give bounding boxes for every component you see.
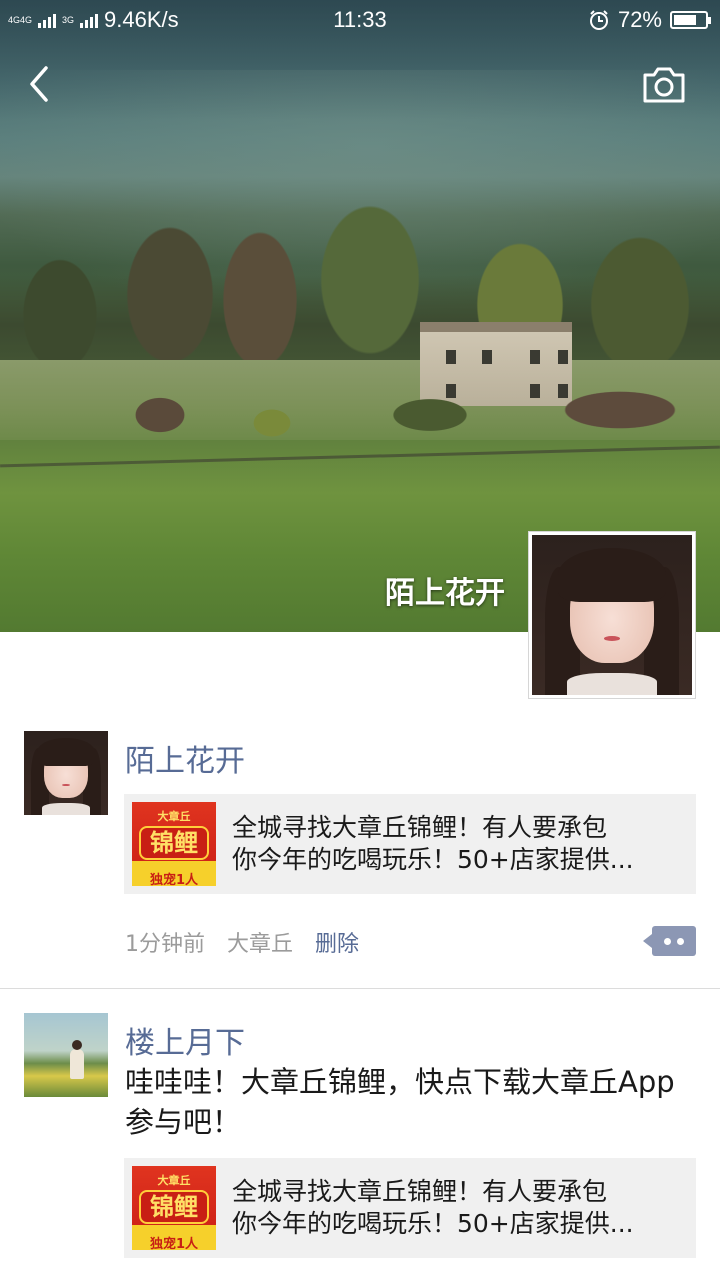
camera-button[interactable] bbox=[638, 64, 690, 106]
thumb-top-text: 大章丘 bbox=[157, 810, 191, 823]
link-card[interactable]: 大章丘 锦鲤 独宠1人 全城寻找大章丘锦鲤！有人要承包 你今年的吃喝玩乐！50+… bbox=[124, 794, 696, 894]
link-title-line: 你今年的吃喝玩乐！50+店家提供... bbox=[232, 845, 634, 874]
post-author[interactable]: 陌上花开 bbox=[125, 736, 245, 780]
thumb-main-text: 锦鲤 bbox=[139, 1190, 209, 1224]
alarm-icon bbox=[589, 10, 608, 30]
comment-button[interactable] bbox=[643, 926, 696, 956]
link-title-line: 你今年的吃喝玩乐！50+店家提供... bbox=[232, 1209, 634, 1238]
battery-percent: 72% bbox=[617, 7, 662, 32]
post-time: 1分钟前 bbox=[125, 932, 205, 957]
delete-link[interactable]: 删除 bbox=[315, 926, 359, 958]
post-meta: 1分钟前 大章丘 删除 bbox=[125, 926, 359, 958]
battery-icon bbox=[670, 11, 711, 29]
link-title: 全城寻找大章丘锦鲤！有人要承包 你今年的吃喝玩乐！50+店家提供... bbox=[232, 1176, 682, 1240]
more-dot bbox=[677, 938, 684, 945]
post-avatar[interactable] bbox=[24, 731, 108, 815]
more-dot bbox=[664, 938, 671, 945]
battery-fill bbox=[674, 15, 696, 25]
post-avatar-photo bbox=[24, 731, 108, 815]
post-text: 哇哇哇！大章丘锦鲤，快点下载大章丘App参与吧！ bbox=[125, 1065, 675, 1139]
link-title: 全城寻找大章丘锦鲤！有人要承包 你今年的吃喝玩乐！50+店家提供... bbox=[232, 812, 682, 876]
thumb-bottom-text: 独宠1人 bbox=[149, 873, 199, 886]
post-avatar[interactable] bbox=[24, 1013, 108, 1097]
post-author[interactable]: 楼上月下 bbox=[125, 1018, 245, 1062]
post-avatar-photo bbox=[24, 1013, 108, 1097]
chevron-left-icon bbox=[30, 66, 48, 102]
thumb-bottom-text: 独宠1人 bbox=[149, 1237, 199, 1250]
back-button[interactable] bbox=[22, 62, 62, 106]
link-title-line: 全城寻找大章丘锦鲤！有人要承包 bbox=[232, 813, 608, 842]
cover-bushes bbox=[0, 385, 720, 455]
profile-avatar[interactable] bbox=[528, 531, 696, 699]
status-right: 72% bbox=[588, 7, 711, 33]
camera-icon bbox=[643, 67, 685, 103]
thumb-top-text: 大章丘 bbox=[157, 1174, 191, 1187]
thumb-main-text: 锦鲤 bbox=[139, 826, 209, 860]
post-location[interactable]: 大章丘 bbox=[227, 926, 293, 958]
link-thumbnail: 大章丘 锦鲤 独宠1人 bbox=[132, 802, 216, 886]
status-bar: 4G4G 3G 9.46K/s 11:33 72% bbox=[0, 0, 720, 38]
profile-avatar-photo bbox=[532, 535, 692, 695]
cover-trees bbox=[0, 185, 720, 385]
link-title-line: 全城寻找大章丘锦鲤！有人要承包 bbox=[232, 1177, 608, 1206]
link-thumbnail: 大章丘 锦鲤 独宠1人 bbox=[132, 1166, 216, 1250]
profile-name[interactable]: 陌上花开 bbox=[300, 568, 505, 612]
link-card[interactable]: 大章丘 锦鲤 独宠1人 全城寻找大章丘锦鲤！有人要承包 你今年的吃喝玩乐！50+… bbox=[124, 1158, 696, 1258]
post-divider bbox=[0, 988, 720, 989]
